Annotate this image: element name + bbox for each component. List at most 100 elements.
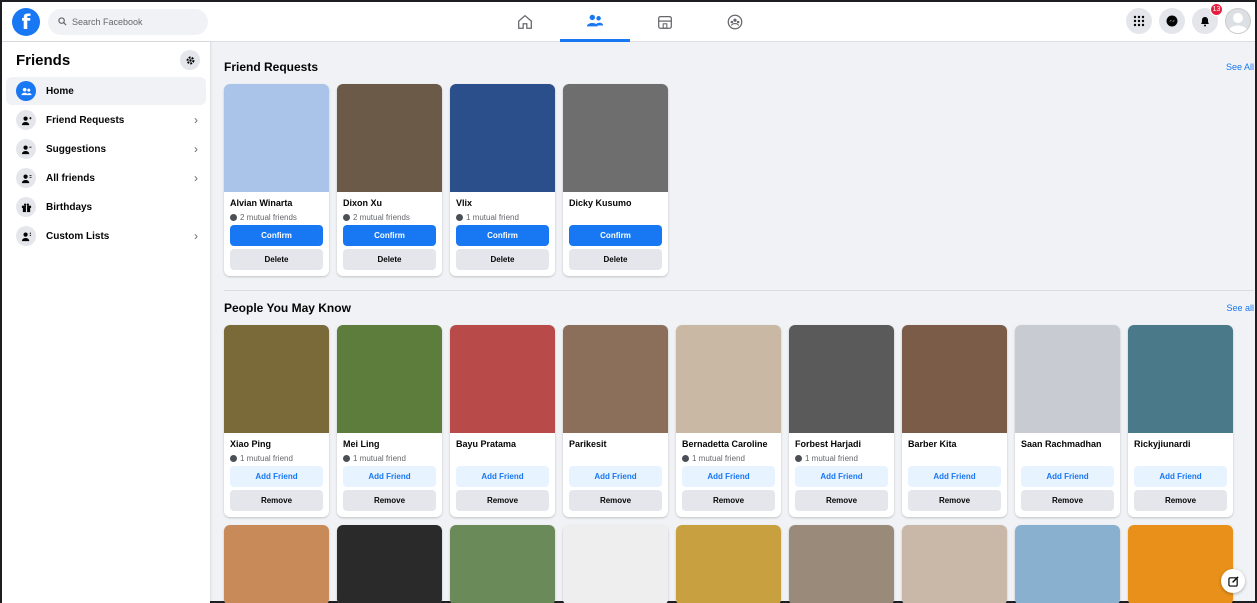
requester-name[interactable]: Vlix [456,198,549,209]
facebook-logo[interactable]: f [12,7,40,36]
sidebar-item-friend-requests[interactable]: Friend Requests › [6,106,206,134]
add-friend-button[interactable]: Add Friend [456,466,549,487]
profile-photo[interactable] [902,325,1007,433]
remove-button[interactable]: Remove [795,490,888,511]
person-name[interactable]: Barber Kita [908,439,1001,450]
delete-button[interactable]: Delete [569,249,662,270]
profile-photo[interactable] [450,525,555,603]
sidebar-item-all-friends[interactable]: All friends › [6,164,206,192]
messenger-button[interactable] [1159,8,1185,34]
person-name[interactable]: Forbest Harjadi [795,439,888,450]
tab-home[interactable] [490,2,560,42]
remove-button[interactable]: Remove [230,490,323,511]
profile-photo[interactable] [450,84,555,192]
person-name[interactable]: Bernadetta Caroline [682,439,775,450]
person-name[interactable]: Xiao Ping [230,439,323,450]
profile-photo[interactable] [1128,325,1233,433]
sidebar-item-label: Suggestions [46,143,107,155]
profile-photo[interactable] [676,325,781,433]
search-input[interactable]: Search Facebook [48,8,208,35]
friend-request-card: Dicky Kusumo Confirm Delete [563,84,668,276]
suggestion-card [676,525,781,603]
tab-groups[interactable] [700,2,770,42]
delete-button[interactable]: Delete [343,249,436,270]
people-you-may-know-header: People You May Know See all [224,301,1254,315]
suggestion-card [450,525,555,603]
add-friend-button[interactable]: Add Friend [1021,466,1114,487]
profile-photo[interactable] [224,525,329,603]
confirm-button[interactable]: Confirm [456,225,549,246]
profile-photo[interactable] [337,84,442,192]
people-you-may-know-title: People You May Know [224,301,351,315]
remove-button[interactable]: Remove [1134,490,1227,511]
remove-button[interactable]: Remove [343,490,436,511]
add-friend-button[interactable]: Add Friend [682,466,775,487]
chevron-right-icon: › [194,142,198,156]
requester-name[interactable]: Dixon Xu [343,198,436,209]
suggestion-card: Bernadetta Caroline 1 mutual friend Add Fr… [676,325,781,517]
menu-button[interactable] [1126,8,1152,34]
default-avatar-icon [1228,13,1248,33]
mutual-friend-avatar-icon [230,213,237,221]
profile-photo[interactable] [337,325,442,433]
tab-friends[interactable] [560,2,630,42]
profile-photo[interactable] [224,84,329,192]
remove-button[interactable]: Remove [456,490,549,511]
add-friend-button[interactable]: Add Friend [1134,466,1227,487]
profile-photo[interactable] [1015,525,1120,603]
profile-photo[interactable] [450,325,555,433]
profile-photo[interactable] [789,325,894,433]
person-name[interactable]: Parikesit [569,439,662,450]
suggestion-card: Xiao Ping 1 mutual friend Add Friend Remove [224,325,329,517]
requester-name[interactable]: Alvian Winarta [230,198,323,209]
profile-photo[interactable] [337,525,442,603]
suggestion-card [789,525,894,603]
settings-button[interactable] [180,50,200,70]
sidebar-item-custom-lists[interactable]: Custom Lists › [6,222,206,250]
profile-photo[interactable] [902,525,1007,603]
friend-requests-header: Friend Requests See All [224,60,1254,74]
person-name[interactable]: Saan Rachmadhan [1021,439,1114,450]
delete-button[interactable]: Delete [230,249,323,270]
person-name[interactable]: Mei Ling [343,439,436,450]
new-message-button[interactable] [1221,569,1245,593]
profile-photo[interactable] [789,525,894,603]
notifications-button[interactable]: 13 [1192,3,1223,34]
mutual-friends: 1 mutual friend [795,452,888,464]
account-avatar[interactable] [1225,8,1251,34]
profile-photo[interactable] [1128,525,1233,603]
profile-photo[interactable] [1015,325,1120,433]
profile-photo[interactable] [563,525,668,603]
delete-button[interactable]: Delete [456,249,549,270]
mutual-friend-avatar-icon [456,213,463,221]
sidebar-item-label: All friends [46,172,95,184]
main-nav-tabs [490,2,770,42]
profile-photo[interactable] [676,525,781,603]
remove-button[interactable]: Remove [1021,490,1114,511]
remove-button[interactable]: Remove [569,490,662,511]
suggestion-card: Bayu Pratama Add Friend Remove [450,325,555,517]
add-friend-button[interactable]: Add Friend [230,466,323,487]
add-friend-button[interactable]: Add Friend [908,466,1001,487]
add-friend-button[interactable]: Add Friend [795,466,888,487]
confirm-button[interactable]: Confirm [569,225,662,246]
see-all-people-link[interactable]: See all [1226,303,1254,313]
person-name[interactable]: Rickyjiunardi [1134,439,1227,450]
add-friend-button[interactable]: Add Friend [343,466,436,487]
remove-button[interactable]: Remove [682,490,775,511]
profile-photo[interactable] [563,84,668,192]
see-all-requests-link[interactable]: See All [1226,62,1254,72]
profile-photo[interactable] [224,325,329,433]
sidebar-item-suggestions[interactable]: Suggestions › [6,135,206,163]
add-friend-button[interactable]: Add Friend [569,466,662,487]
requester-name[interactable]: Dicky Kusumo [569,198,662,209]
sidebar-item-birthdays[interactable]: Birthdays [6,193,206,221]
confirm-button[interactable]: Confirm [343,225,436,246]
mutual-friends-text: 2 mutual friends [240,212,297,222]
tab-marketplace[interactable] [630,2,700,42]
sidebar-item-home[interactable]: Home [6,77,206,105]
confirm-button[interactable]: Confirm [230,225,323,246]
remove-button[interactable]: Remove [908,490,1001,511]
person-name[interactable]: Bayu Pratama [456,439,549,450]
profile-photo[interactable] [563,325,668,433]
